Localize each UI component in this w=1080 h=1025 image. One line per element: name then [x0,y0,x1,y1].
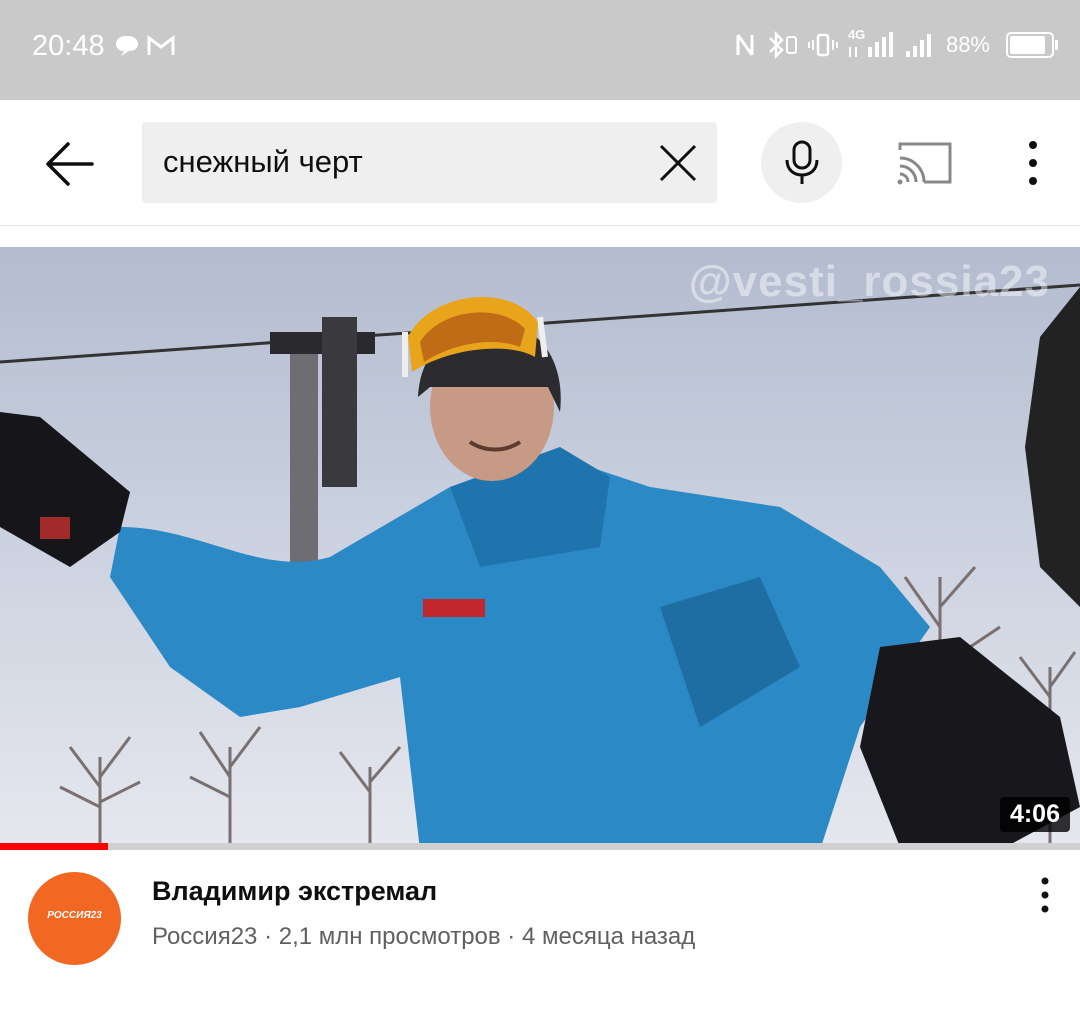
close-icon [659,144,697,182]
search-input[interactable]: снежный черт [142,122,717,203]
arrow-left-icon [46,142,94,186]
clear-search-button[interactable] [657,142,699,184]
vibrate-icon [807,33,838,57]
status-time: 20:48 [32,30,105,62]
battery-percent: 88% [945,32,990,57]
more-vertical-icon [1029,141,1037,185]
cast-button[interactable] [896,138,954,191]
back-button[interactable] [42,136,98,192]
watch-progress-fill [0,843,108,850]
more-vertical-icon [1041,877,1049,913]
search-header: снежный черт [0,100,1080,226]
battery-level [1010,36,1045,54]
message-icon [116,36,138,56]
search-query: снежный черт [163,144,363,179]
signal-4g-icon: 4G [848,27,894,59]
status-bar: 20:48 4G 88% [0,0,1080,100]
watch-progress-bar [0,843,1080,850]
thumbnail-image [0,283,1080,850]
microphone-icon [785,140,819,184]
watermark-text: @vesti_rossia23 [688,257,1050,306]
avatar-logo-text: РОССИЯ23 [47,910,102,921]
more-options-button[interactable] [1018,138,1048,193]
battery-icon [1006,32,1058,58]
bluetooth-icon [769,30,797,60]
gmail-icon [147,35,175,55]
cast-icon [897,142,952,185]
signal-icon [905,34,931,57]
nfc-icon [736,34,754,56]
video-thumbnail[interactable]: @vesti_rossia23 4:06 [0,247,1080,850]
status-system-icons: 4G 88% [734,27,1058,60]
voice-search-button[interactable] [761,122,842,203]
video-meta: Россия23 · 2,1 млн просмотров · 4 месяца… [152,923,696,950]
video-more-button[interactable] [1030,876,1060,921]
video-title[interactable]: Владимир экстремал [152,876,437,907]
channel-avatar[interactable]: РОССИЯ23 [28,872,121,965]
status-notification-icons [114,34,176,58]
duration-badge: 4:06 [999,797,1070,832]
